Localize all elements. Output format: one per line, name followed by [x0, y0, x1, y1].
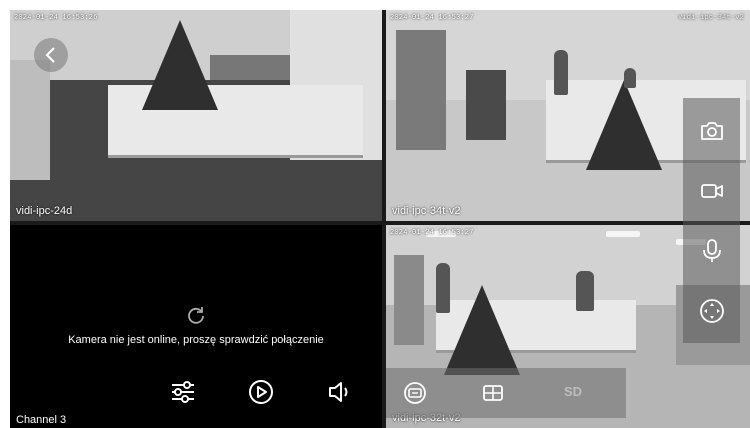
snapshot-button[interactable]	[697, 116, 727, 146]
offline-notice: Kamera nie jest online, proszę sprawdzić…	[10, 305, 382, 346]
microphone-button[interactable]	[697, 236, 727, 266]
ptz-control-button[interactable]	[697, 296, 727, 326]
record-button[interactable]	[697, 176, 727, 206]
camera-icon	[699, 119, 725, 143]
camera-name: Channel 3	[16, 414, 67, 426]
speaker-icon	[326, 379, 352, 405]
camera-overlay-name: vidi-ipc-34t-v2	[677, 14, 744, 22]
side-control-panel	[683, 98, 740, 343]
layout-button[interactable]	[478, 378, 508, 408]
sliders-icon	[170, 379, 196, 405]
video-camera-icon	[699, 179, 725, 203]
camera-grid: 2024-01-24 16:53:26 vidi-ipc-24d 2024-01…	[10, 10, 750, 428]
timestamp: 2024-01-24 16:53:27	[390, 229, 474, 237]
stream-quality-icon	[403, 381, 427, 405]
timestamp: 2024-01-24 16:53:26	[14, 14, 98, 22]
timestamp: 2024-01-24 16:53:27	[390, 14, 474, 22]
camera-tile-3[interactable]: Kamera nie jest online, proszę sprawdzić…	[10, 225, 382, 428]
back-button[interactable]	[34, 38, 68, 72]
playback-button[interactable]	[246, 377, 276, 407]
play-circle-icon	[248, 379, 274, 405]
camera-feed-1	[10, 10, 382, 221]
speaker-button[interactable]	[324, 377, 354, 407]
microphone-icon	[700, 238, 724, 264]
stream-control-bar: SD	[386, 368, 626, 418]
stream-quality-button[interactable]	[400, 378, 430, 408]
sd-quality-button[interactable]: SD	[564, 384, 582, 399]
offline-message: Kamera nie jest online, proszę sprawdzić…	[68, 334, 324, 346]
chevron-left-icon	[44, 46, 58, 64]
camera-name: vidi-ipc-34t-v2	[392, 205, 461, 217]
camera-name: vidi-ipc-24d	[16, 205, 73, 217]
grid-layout-icon	[481, 381, 505, 405]
refresh-icon[interactable]	[186, 305, 206, 325]
settings-button[interactable]	[168, 377, 198, 407]
ptz-control-icon	[699, 298, 725, 324]
camera-tile-1[interactable]: 2024-01-24 16:53:26 vidi-ipc-24d	[10, 10, 382, 221]
